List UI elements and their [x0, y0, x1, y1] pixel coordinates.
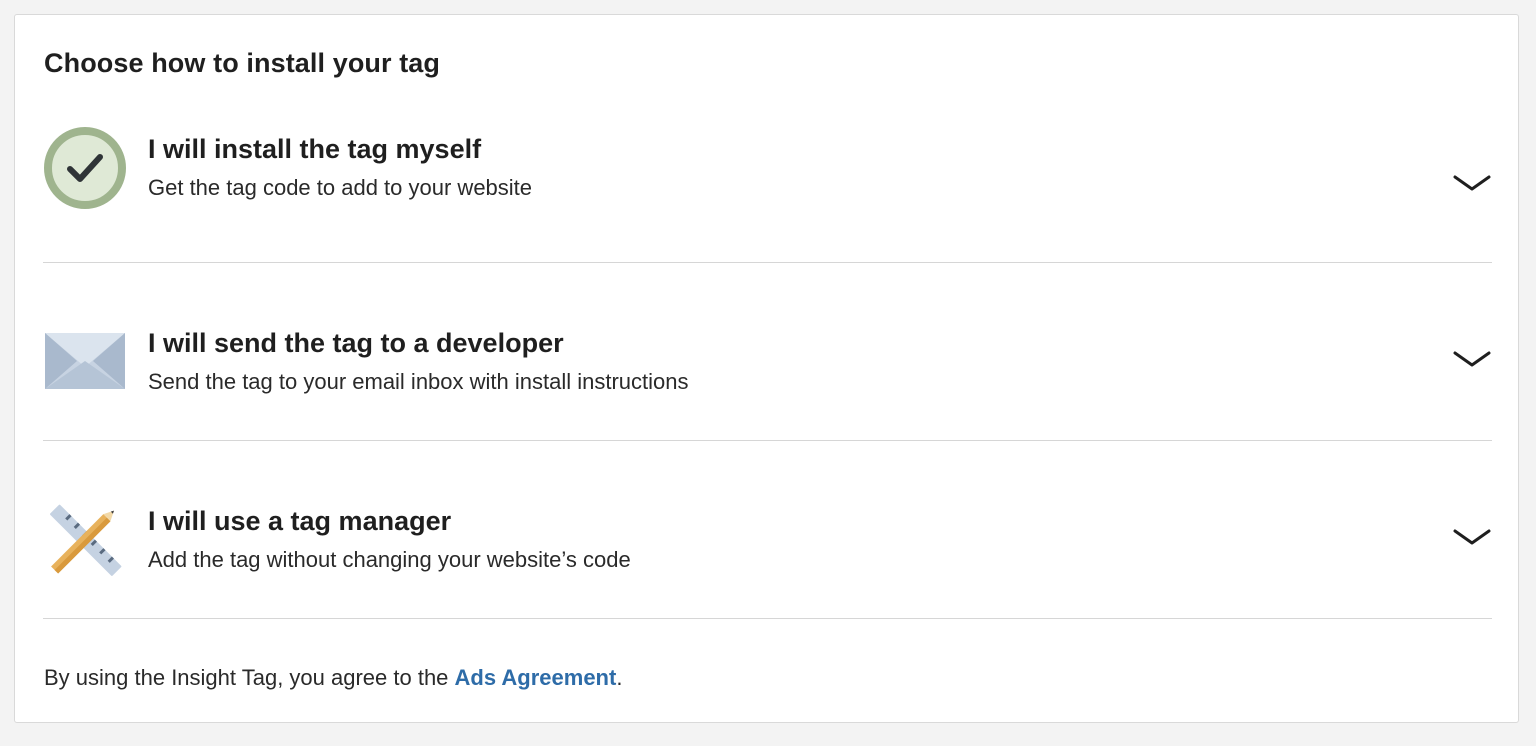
option-title: I will send the tag to a developer: [148, 328, 564, 358]
option-send-to-developer[interactable]: I will send the tag to a developer Send …: [43, 277, 1492, 455]
install-tag-card: Choose how to install your tag I will in…: [14, 14, 1519, 723]
envelope-icon: [45, 333, 125, 389]
divider: [43, 440, 1492, 441]
agreement-text: By using the Insight Tag, you agree to t…: [44, 665, 455, 690]
chevron-down-icon[interactable]: [1452, 525, 1492, 549]
agreement-notice: By using the Insight Tag, you agree to t…: [44, 665, 622, 691]
option-title: I will use a tag manager: [148, 506, 452, 536]
card-heading: Choose how to install your tag: [44, 48, 441, 78]
chevron-down-icon[interactable]: [1452, 347, 1492, 371]
agreement-suffix: .: [616, 665, 623, 690]
ads-agreement-link[interactable]: Ads Agreement: [455, 665, 617, 690]
option-description: Add the tag without changing your websit…: [148, 547, 631, 572]
option-title: I will install the tag myself: [148, 134, 482, 164]
divider: [43, 618, 1492, 619]
checkmark-circle-icon: [44, 127, 126, 209]
divider: [43, 262, 1492, 263]
chevron-down-icon[interactable]: [1452, 171, 1492, 195]
option-description: Get the tag code to add to your website: [148, 175, 533, 200]
option-description: Send the tag to your email inbox with in…: [148, 369, 689, 394]
ruler-pencil-icon: [50, 504, 122, 576]
option-install-myself[interactable]: I will install the tag myself Get the ta…: [43, 99, 1492, 277]
option-tag-manager[interactable]: I will use a tag manager Add the tag wit…: [43, 455, 1492, 633]
